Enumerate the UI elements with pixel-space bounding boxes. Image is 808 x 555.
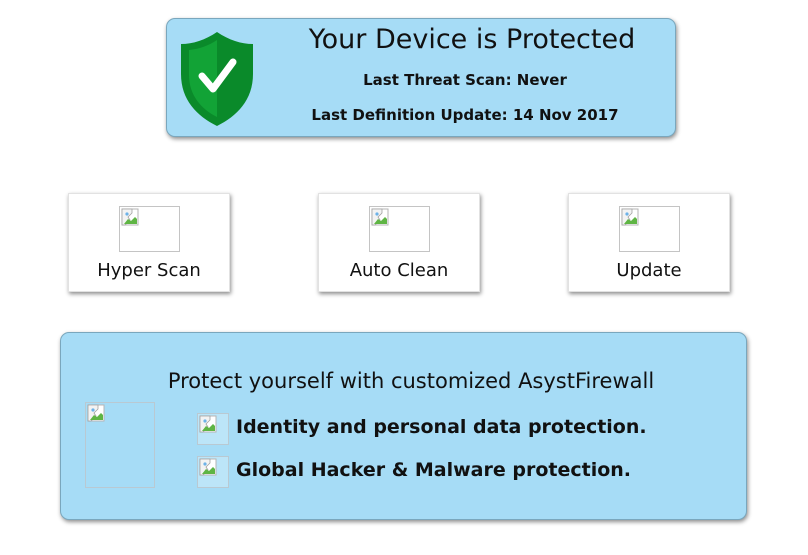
shield-check-icon: [181, 32, 253, 126]
hyper-scan-label: Hyper Scan: [97, 260, 201, 281]
broken-image-icon: [197, 456, 229, 488]
broken-image-icon: [369, 206, 430, 252]
broken-image-icon: [85, 402, 155, 488]
status-title: Your Device is Protected: [308, 24, 636, 55]
last-threat-scan: Last Threat Scan: Never: [363, 71, 567, 89]
update-label: Update: [616, 260, 682, 281]
auto-clean-label: Auto Clean: [349, 260, 449, 281]
protection-status-panel: Your Device is Protected Last Threat Sca…: [166, 18, 676, 137]
auto-clean-button[interactable]: Auto Clean: [318, 193, 480, 292]
firewall-promo-panel: Protect yourself with customized AsystFi…: [60, 332, 747, 520]
feature-malware-text: Global Hacker & Malware protection.: [236, 459, 632, 481]
feature-identity-text: Identity and personal data protection.: [236, 416, 647, 438]
update-button[interactable]: Update: [568, 193, 730, 292]
last-definition-update: Last Definition Update: 14 Nov 2017: [311, 106, 619, 124]
broken-image-icon: [619, 206, 680, 252]
promo-title: Protect yourself with customized AsystFi…: [167, 369, 655, 393]
hyper-scan-button[interactable]: Hyper Scan: [68, 193, 230, 292]
broken-image-icon: [197, 413, 229, 445]
broken-image-icon: [119, 206, 180, 252]
